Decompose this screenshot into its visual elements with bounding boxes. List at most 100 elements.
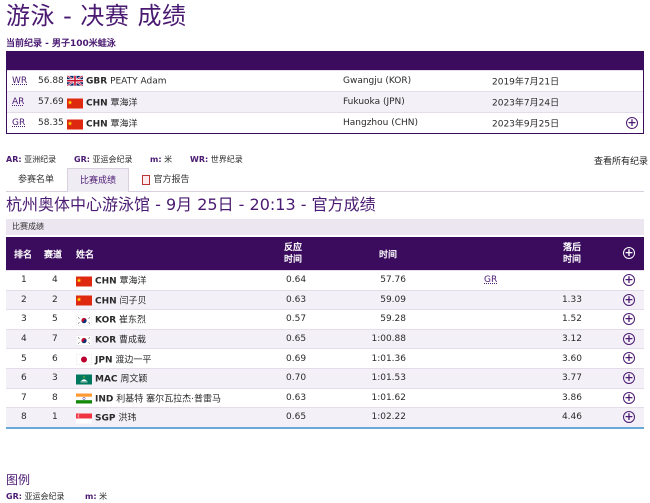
expand-plus-icon[interactable]: + [623,391,635,404]
record-place: Fukuoka (JPN) [343,97,405,107]
expand-plus-icon[interactable]: + [626,117,638,129]
lane: 7 [52,334,58,345]
chn-flag-icon [67,98,83,108]
lane: 6 [52,353,58,364]
expand-plus-icon[interactable]: + [623,332,635,345]
athlete-cell[interactable]: SGP 洪玮 [76,411,136,424]
athlete-cell[interactable]: KOR 崔东烈 [76,313,146,326]
athlete-name: 利基特 塞尔瓦拉杰·普雷马 [116,394,221,405]
race-time: 1:01.36 [371,353,406,364]
athlete-cell[interactable]: MAC 周文颖 [76,372,147,385]
abbrev-ar: AR: 亚洲纪录 [6,155,57,164]
record-athlete[interactable]: GBR PEATY Adam [67,75,167,87]
expand-plus-icon[interactable]: + [623,352,635,365]
table-row: 4 7 KOR 曹成载 0.65 1:00.88 3.12 + [6,328,644,349]
tab-startlist[interactable]: 参赛名单 [14,168,58,192]
record-date: 2023年9月25日 [492,119,560,130]
athlete-name: 闫子贝 [119,296,147,307]
expand-plus-icon[interactable]: + [623,313,635,326]
athlete-cell[interactable]: CHN 覃海洋 [76,274,147,287]
record-place: Hangzhou (CHN) [343,118,419,128]
record-row: GR 58.35 CHN 覃海洋 Hangzhou (CHN) 2023年9月2… [7,112,643,133]
lane: 5 [52,314,58,325]
reaction-time: 0.63 [286,392,307,403]
record-date: 2023年7月24日 [492,98,560,109]
table-row: 1 4 CHN 覃海洋 0.64 57.76 GR + [6,270,644,290]
noc-code: CHN [86,119,108,130]
page-title: 游泳 - 决赛 成绩 [6,2,187,30]
athlete-name: 洪玮 [118,413,137,424]
results-header-lane: 赛道 [44,250,63,260]
athlete-cell[interactable]: JPN 渡边一平 [76,352,151,365]
race-time: 59.09 [380,294,406,305]
tab-official-label: 官方报告 [153,175,190,185]
time-behind: 3.86 [561,392,582,403]
venue-title: 杭州奥体中心游泳馆 - 9月 25日 - 20:13 - 官方成绩 [6,195,376,214]
record-code[interactable]: GR [484,275,497,285]
rank: 3 [21,314,27,325]
results-caption: 比赛成绩 [6,219,644,235]
expand-plus-icon[interactable]: + [623,371,635,384]
race-time: 1:02.22 [371,412,406,423]
athlete-name: 曹成载 [119,335,147,346]
rank: 5 [21,353,27,364]
race-time: 59.28 [380,314,406,325]
time-behind: 3.60 [561,353,582,364]
athlete-cell[interactable]: KOR 曹成载 [76,333,146,346]
lane: 1 [52,412,58,423]
table-row: 8 1 SGP 洪玮 0.65 1:02.22 4.46 + [6,407,644,427]
athlete-cell[interactable]: IND 利基特 塞尔瓦拉杰·普雷马 [76,391,221,404]
reaction-time: 0.64 [286,275,307,286]
record-athlete[interactable]: CHN 覃海洋 [67,117,138,130]
document-icon [142,174,151,185]
race-time: 57.76 [380,275,406,286]
time-behind: 1.33 [561,294,582,305]
lane: 3 [52,373,58,384]
reaction-time: 0.65 [286,334,307,345]
expand-plus-icon[interactable]: + [623,274,635,286]
noc-code: MAC [95,374,118,385]
record-code[interactable]: GR [12,118,25,128]
athlete-name: PEATY Adam [110,76,167,87]
table-row: 3 5 KOR 崔东烈 0.57 59.28 1.52 + [6,309,644,329]
expand-all-plus-icon[interactable]: + [623,247,635,259]
legend-m: m: 米 [85,492,108,501]
time-behind: 4.46 [561,412,582,423]
gbr-flag-icon [67,75,83,86]
athlete-name: 覃海洋 [119,276,147,287]
athlete-name: 覃海洋 [110,98,138,109]
tab-official-report[interactable]: 官方报告 [134,168,198,192]
expand-plus-icon[interactable]: + [623,293,635,306]
reaction-time: 0.57 [286,314,307,325]
lane: 2 [52,294,58,305]
record-code[interactable]: WR [12,76,27,86]
noc-code: CHN [95,296,117,307]
view-all-records-link[interactable]: 查看所有纪录 [594,154,648,167]
results-header-rank: 排名 [14,250,33,260]
table-row: 6 3 MAC 周文颖 0.70 1:01.53 3.77 + [6,367,644,388]
race-time: 1:00.88 [371,334,406,345]
tab-results[interactable]: 比赛成绩 [67,168,129,192]
record-date: 2019年7月21日 [492,77,560,88]
noc-code: KOR [95,335,117,346]
chn-flag-icon [76,276,92,287]
results-header-row: 排名 赛道 姓名 反应 时间 时间 落后 时间 + [6,237,644,270]
jpn-flag-icon [76,354,92,365]
noc-code: KOR [95,315,117,326]
results-header-time: 时间 [379,250,398,260]
record-code[interactable]: AR [12,97,24,107]
abbrev-wr: WR: 世界纪录 [190,155,243,164]
noc-code: CHN [86,98,108,109]
reaction-time: 0.63 [286,294,307,305]
expand-plus-icon[interactable]: + [623,411,635,424]
athlete-cell[interactable]: CHN 闫子贝 [76,293,147,306]
race-time: 1:01.53 [371,373,406,384]
record-athlete[interactable]: CHN 覃海洋 [67,96,138,109]
abbrev-m: m: 米 [150,155,173,164]
noc-code: SGP [95,413,116,424]
record-caption: 当前纪录 - 男子100米蛙泳 [6,39,116,49]
legend-gr: GR: 亚运会纪录 [6,492,65,501]
rank: 4 [21,334,27,345]
chn-flag-icon [67,119,83,129]
ind-flag-icon [76,393,92,404]
